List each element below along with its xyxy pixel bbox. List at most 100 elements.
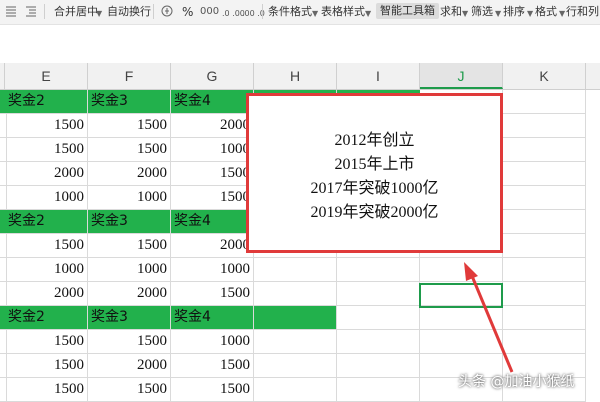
indent-icon[interactable] (24, 4, 38, 18)
format-button[interactable]: 格式 (535, 5, 557, 19)
table-header-cell[interactable]: 奖金4 (171, 90, 254, 114)
table-cell[interactable] (337, 378, 420, 402)
table-cell[interactable]: 1500 (88, 330, 171, 354)
chevron-down-icon[interactable]: ▼ (495, 7, 501, 21)
table-cell[interactable]: 1500 (88, 234, 171, 258)
chevron-down-icon[interactable]: ▼ (559, 7, 565, 21)
table-header-cell[interactable]: 奖金3 (88, 90, 171, 114)
table-cell[interactable]: 1500 (171, 378, 254, 402)
column-header-g[interactable]: G (171, 63, 254, 89)
table-cell[interactable] (420, 258, 503, 282)
chevron-down-icon[interactable]: ▼ (462, 7, 468, 21)
column-header-k[interactable]: K (503, 63, 586, 89)
table-cell[interactable]: 2000 (171, 114, 254, 138)
table-header-row: 奖金2 奖金3 奖金4 (0, 306, 600, 330)
table-header-cell[interactable]: 奖金2 (5, 90, 88, 114)
table-cell[interactable] (503, 162, 586, 186)
merge-center-button[interactable]: 合并居中 (54, 5, 98, 19)
chevron-down-icon[interactable]: ▼ (96, 7, 102, 21)
chevron-down-icon[interactable]: ▼ (527, 7, 533, 21)
table-cell[interactable]: 2000 (88, 282, 171, 306)
annotation-box: 2012年创立 2015年上市 2017年突破1000亿 2019年突破2000… (246, 93, 503, 253)
table-cell[interactable]: 2000 (171, 234, 254, 258)
table-header-cell[interactable]: 奖金3 (88, 306, 171, 330)
table-cell[interactable] (503, 330, 586, 354)
table-cell[interactable] (337, 354, 420, 378)
column-header-j[interactable]: J (420, 63, 503, 89)
table-cell[interactable]: 1000 (171, 258, 254, 282)
align-icon[interactable] (4, 4, 18, 18)
table-cell[interactable]: 1500 (171, 186, 254, 210)
table-cell[interactable]: 1000 (171, 330, 254, 354)
table-cell[interactable]: 1500 (88, 114, 171, 138)
table-cell[interactable]: 1500 (5, 114, 88, 138)
table-cell[interactable]: 1000 (5, 258, 88, 282)
table-cell[interactable] (503, 186, 586, 210)
table-cell[interactable] (420, 330, 503, 354)
sort-button[interactable]: 排序 (503, 5, 525, 19)
table-cell[interactable] (503, 114, 586, 138)
selected-cell[interactable] (419, 283, 503, 308)
table-cell[interactable]: 2000 (88, 162, 171, 186)
table-header-cell[interactable]: 奖金2 (5, 306, 88, 330)
thousands-button[interactable]: 000 (200, 5, 219, 19)
table-cell[interactable] (254, 330, 337, 354)
table-cell[interactable]: 1500 (5, 234, 88, 258)
table-cell[interactable] (503, 282, 586, 306)
wrap-text-button[interactable]: 自动换行 (107, 5, 151, 19)
currency-icon[interactable] (160, 4, 174, 18)
table-cell[interactable]: 1500 (5, 354, 88, 378)
table-header-cell[interactable] (503, 306, 586, 330)
table-cell[interactable]: 1500 (5, 378, 88, 402)
annotation-line: 2015年上市 (334, 156, 415, 173)
table-header-cell[interactable] (420, 306, 503, 330)
table-cell[interactable] (503, 138, 586, 162)
percent-button[interactable]: % (182, 5, 193, 19)
table-cell[interactable]: 2000 (88, 354, 171, 378)
table-cell[interactable] (503, 234, 586, 258)
smart-toolbox-button[interactable]: 智能工具箱 (376, 3, 439, 19)
annotation-line: 2019年突破2000亿 (310, 204, 439, 221)
conditional-format-button[interactable]: 条件格式 (268, 5, 312, 19)
table-header-cell[interactable]: 奖金2 (5, 210, 88, 234)
table-cell[interactable] (503, 258, 586, 282)
table-header-cell[interactable]: 奖金4 (171, 210, 254, 234)
chevron-down-icon[interactable]: ▼ (365, 7, 371, 21)
column-header-h[interactable]: H (254, 63, 337, 89)
table-cell[interactable]: 1500 (88, 138, 171, 162)
ribbon-toolbar: 合并居中 ▼ 自动换行 % 000 .0 .00 .00 .0 条件格式 ▼ 表… (0, 0, 600, 25)
table-header-cell[interactable] (337, 306, 420, 330)
column-header-e[interactable]: E (5, 63, 88, 89)
table-cell[interactable] (254, 258, 337, 282)
table-header-cell[interactable]: 奖金4 (171, 306, 254, 330)
table-cell[interactable]: 1500 (171, 282, 254, 306)
table-header-cell[interactable]: 奖金3 (88, 210, 171, 234)
table-cell[interactable]: 1000 (88, 186, 171, 210)
table-cell[interactable] (254, 354, 337, 378)
table-cell[interactable] (337, 282, 420, 306)
table-cell[interactable]: 2000 (5, 282, 88, 306)
column-header-i[interactable]: I (337, 63, 420, 89)
table-header-cell[interactable] (503, 90, 586, 114)
table-cell[interactable]: 1000 (171, 138, 254, 162)
table-style-button[interactable]: 表格样式 (321, 5, 365, 19)
table-cell[interactable]: 1500 (171, 354, 254, 378)
rows-columns-button[interactable]: 行和列 (566, 5, 599, 19)
table-cell[interactable]: 1500 (171, 162, 254, 186)
table-cell[interactable]: 2000 (5, 162, 88, 186)
filter-button[interactable]: 筛选 (471, 5, 493, 19)
table-cell[interactable] (254, 282, 337, 306)
table-cell[interactable]: 1000 (5, 186, 88, 210)
table-cell[interactable]: 1500 (5, 330, 88, 354)
table-cell[interactable]: 1500 (5, 138, 88, 162)
table-cell[interactable]: 1500 (88, 378, 171, 402)
chevron-down-icon[interactable]: ▼ (312, 7, 318, 21)
table-cell[interactable] (254, 378, 337, 402)
table-cell[interactable] (337, 330, 420, 354)
table-header-cell[interactable] (254, 306, 337, 330)
table-cell[interactable]: 1000 (88, 258, 171, 282)
table-cell[interactable] (337, 258, 420, 282)
sum-button[interactable]: 求和 (440, 5, 462, 19)
column-header-f[interactable]: F (88, 63, 171, 89)
table-header-cell[interactable] (503, 210, 586, 234)
